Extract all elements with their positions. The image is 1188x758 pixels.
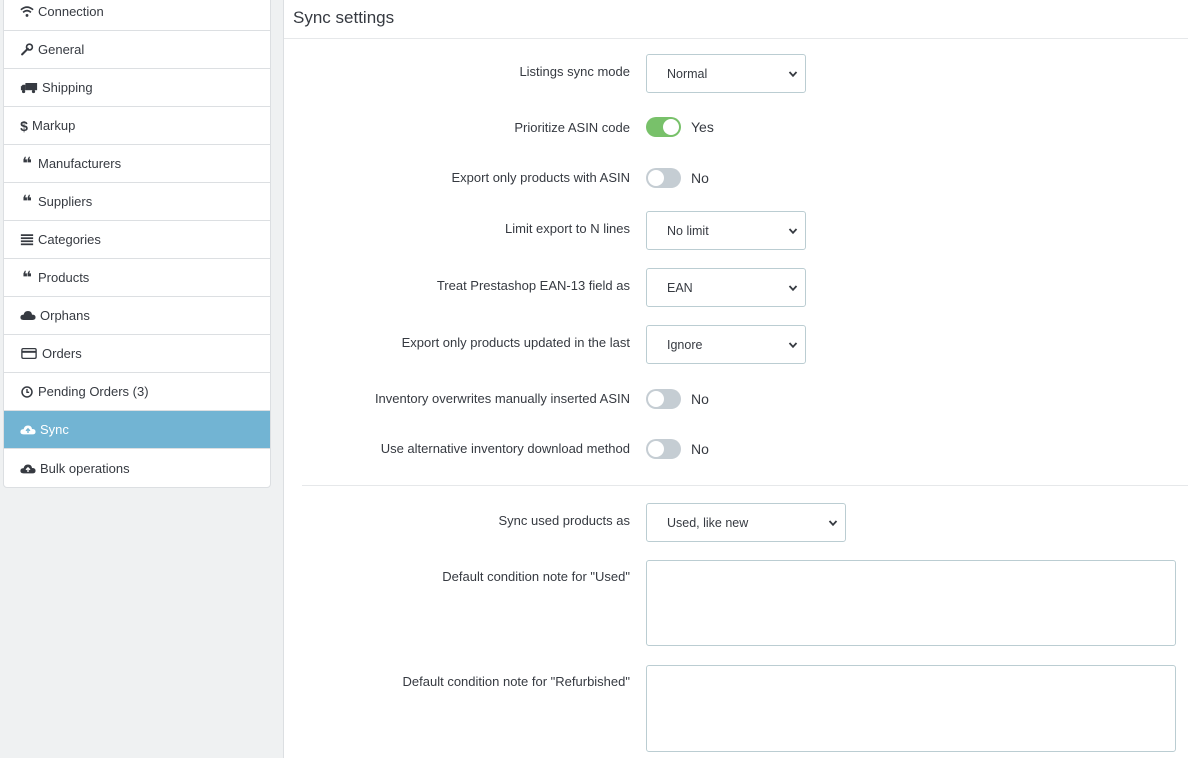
chevron-down-icon (788, 228, 798, 235)
toggle-track[interactable] (646, 389, 681, 409)
chevron-down-icon (788, 342, 798, 349)
chevron-down-icon (788, 285, 798, 292)
sidebar-item-sync[interactable]: Sync (4, 411, 270, 449)
limit-export-label: Limit export to N lines (505, 221, 630, 236)
sidebar-item-markup[interactable]: $ Markup (4, 107, 270, 145)
sync-mode-label: Listings sync mode (519, 64, 630, 79)
toggle-track[interactable] (646, 168, 681, 188)
sidebar-item-label: Orphans (40, 308, 90, 323)
cloud-upload-icon (19, 461, 37, 475)
truck-icon (19, 81, 39, 95)
select-value: EAN (667, 280, 693, 295)
sidebar-item-orphans[interactable]: Orphans (4, 297, 270, 335)
toggle-knob (648, 170, 664, 186)
sidebar-item-categories[interactable]: Categories (4, 221, 270, 259)
toggle-state: No (691, 391, 709, 407)
prioritize-asin-switch[interactable]: Yes (646, 117, 714, 137)
inventory-overwrite-switch[interactable]: No (646, 389, 709, 409)
sync-mode-select[interactable]: Normal (646, 54, 806, 93)
cloud-upload-icon (19, 423, 37, 437)
select-value: Ignore (667, 337, 703, 352)
sidebar-item-label: Categories (38, 232, 101, 247)
export-only-asin-label: Export only products with ASIN (451, 170, 630, 185)
quote-icon: ❝ (22, 153, 32, 173)
sync-settings-panel: Sync settings Listings sync mode Normal … (283, 0, 1188, 758)
select-value: Used, like new (667, 515, 749, 530)
quote-icon: ❝ (22, 191, 32, 211)
panel-title: Sync settings (284, 0, 1188, 39)
used-as-select[interactable]: Used, like new (646, 503, 846, 542)
note-refurbished-textarea[interactable] (646, 665, 1176, 752)
section-divider (302, 485, 1188, 486)
sidebar-item-label: Bulk operations (40, 460, 130, 476)
used-as-label: Sync used products as (498, 513, 630, 528)
updated-last-label: Export only products updated in the last (401, 335, 630, 350)
sidebar-item-label: Products (38, 270, 90, 285)
wrench-icon (19, 43, 35, 57)
quote-icon: ❝ (22, 267, 32, 287)
wifi-icon (19, 5, 35, 19)
sidebar-item-suppliers[interactable]: ❝ Suppliers (4, 183, 270, 221)
list-icon (19, 233, 35, 247)
toggle-knob (648, 391, 664, 407)
limit-export-select[interactable]: No limit (646, 211, 806, 250)
sidebar-item-label: Suppliers (38, 194, 93, 209)
prioritize-asin-label: Prioritize ASIN code (514, 120, 630, 135)
sidebar-item-label: Manufacturers (38, 156, 122, 171)
credit-card-icon (19, 347, 39, 361)
toggle-track[interactable] (646, 117, 681, 137)
sidebar-item-label: Markup (32, 118, 76, 133)
toggle-state: No (691, 441, 709, 457)
sidebar-item-label: Connection (38, 4, 104, 19)
chevron-down-icon (828, 520, 838, 527)
sidebar-item-general[interactable]: General (4, 31, 270, 69)
alt-inventory-label: Use alternative inventory download metho… (380, 441, 630, 456)
toggle-track[interactable] (646, 439, 681, 459)
export-only-asin-switch[interactable]: No (646, 168, 709, 188)
ean-field-select[interactable]: EAN (646, 268, 806, 307)
updated-last-select[interactable]: Ignore (646, 325, 806, 364)
clock-icon (19, 385, 35, 399)
chevron-down-icon (788, 71, 798, 78)
toggle-state: No (691, 170, 709, 186)
sidebar-item-bulk-operations[interactable]: Bulk operations (4, 449, 270, 487)
select-value: Normal (667, 66, 708, 81)
sidebar-item-label: Shipping (42, 80, 93, 95)
sidebar-item-shipping[interactable]: Shipping (4, 69, 270, 107)
note-used-textarea[interactable] (646, 560, 1176, 646)
sidebar-item-label: Pending Orders (3) (38, 384, 149, 399)
toggle-knob (663, 119, 679, 135)
select-value: No limit (667, 223, 709, 238)
cloud-icon (19, 309, 37, 323)
sidebar-item-label: General (38, 42, 85, 57)
toggle-state: Yes (691, 119, 714, 135)
sidebar-item-orders[interactable]: Orders (4, 335, 270, 373)
ean-field-label: Treat Prestashop EAN-13 field as (436, 278, 630, 293)
sidebar-item-connection[interactable]: Connection (4, 0, 270, 31)
sidebar-item-label: Sync (40, 422, 69, 437)
sidebar-item-pending-orders[interactable]: Pending Orders (3) (4, 373, 270, 411)
dollar-icon: $ (20, 117, 28, 134)
sidebar-item-manufacturers[interactable]: ❝ Manufacturers (4, 145, 270, 183)
note-refurbished-label: Default condition note for "Refurbished" (402, 674, 630, 689)
note-used-label: Default condition note for "Used" (442, 569, 630, 584)
inventory-overwrite-label: Inventory overwrites manually inserted A… (374, 391, 630, 406)
sidebar-item-products[interactable]: ❝ Products (4, 259, 270, 297)
alt-inventory-switch[interactable]: No (646, 439, 709, 459)
sidebar-item-label: Orders (42, 346, 82, 361)
settings-sidebar: Connection General Shipping $ Markup ❝ M… (3, 0, 271, 488)
toggle-knob (648, 441, 664, 457)
